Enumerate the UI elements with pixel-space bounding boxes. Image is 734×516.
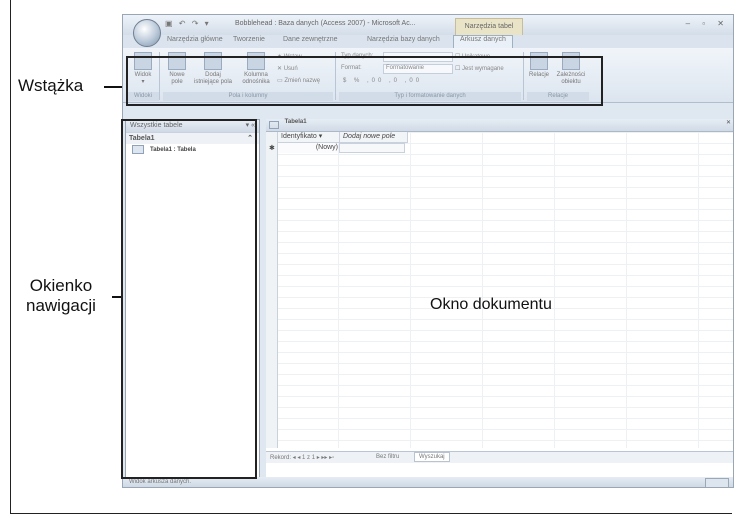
record-navigation[interactable]: Rekord: ◂ ◂ 1 z 1 ▸ ▸▸ ▸▫ — [270, 454, 334, 461]
nav-callout: Okienko nawigacji — [26, 276, 96, 315]
status-text: Widok arkusza danych. — [129, 479, 192, 485]
close-icon[interactable]: ✕ — [726, 119, 731, 126]
new-record-add-cell[interactable] — [339, 143, 405, 153]
tab-home[interactable]: Narzędzia główne — [167, 36, 223, 43]
context-tab-table-tools[interactable]: Narzędzia tabel — [455, 18, 523, 36]
row-selector-column[interactable] — [266, 132, 278, 448]
ribbon-callout: Wstążka — [18, 76, 84, 95]
nav-callout-line1: Okienko — [29, 276, 93, 295]
tab-external-data[interactable]: Dane zewnętrzne — [283, 36, 337, 43]
window-title: Bobblehead : Baza danych (Access 2007) -… — [235, 20, 416, 27]
document-window-callout: Okno dokumentu — [430, 296, 552, 313]
office-button[interactable] — [133, 19, 161, 47]
tab-datasheet[interactable]: Arkusz danych — [453, 35, 513, 48]
tab-database-tools[interactable]: Narzędzia bazy danych — [367, 36, 440, 43]
table-tab-icon — [269, 121, 279, 129]
column-header-add-field[interactable]: Dodaj nowe pole — [340, 132, 408, 143]
title-bar: ▣ ↶ ↷ ▾ Bobblehead : Baza danych (Access… — [123, 15, 733, 36]
new-record-cell[interactable]: (Nowy) — [278, 143, 338, 153]
view-switcher[interactable] — [705, 478, 729, 487]
column-header-id[interactable]: Identyfikato ▾ — [278, 132, 340, 143]
nav-pane-highlight — [121, 119, 257, 479]
tab-create[interactable]: Tworzenie — [233, 36, 265, 43]
filter-indicator[interactable]: Bez filtru — [376, 454, 399, 460]
quick-access-toolbar[interactable]: ▣ ↶ ↷ ▾ — [165, 19, 211, 28]
window-controls[interactable]: – ▫ ✕ — [686, 19, 729, 28]
nav-callout-line2: nawigacji — [26, 295, 96, 315]
datasheet-grid[interactable] — [266, 132, 733, 448]
record-navigation-bar: Rekord: ◂ ◂ 1 z 1 ▸ ▸▸ ▸▫ Bez filtru Wys… — [266, 451, 733, 463]
new-record-marker: ✱ — [269, 145, 275, 152]
search-box[interactable]: Wyszukaj — [414, 452, 450, 462]
ribbon-tabs: Narzędzia główne Tworzenie Dane zewnętrz… — [123, 35, 733, 48]
ribbon-highlight — [126, 56, 603, 106]
doc-tab-tabela1[interactable]: Tabela1 ✕ — [266, 119, 733, 132]
